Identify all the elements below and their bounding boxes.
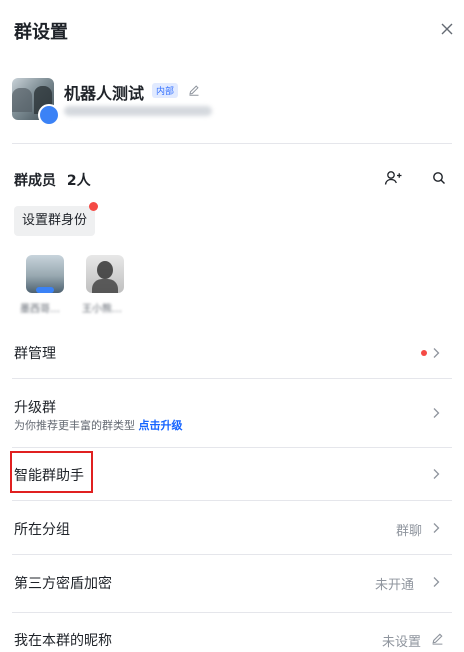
row-label: 升级群 — [14, 400, 56, 416]
row-group-folder[interactable]: 所在分组 群聊 — [0, 501, 464, 554]
avatar-badge — [38, 104, 60, 126]
members-count: 2人 — [66, 173, 91, 189]
row-value: 群聊 — [396, 524, 423, 539]
row-value: 未开通 — [375, 578, 415, 593]
chevron-right-icon — [433, 469, 440, 479]
edit-name-icon[interactable] — [188, 84, 200, 96]
chevron-right-icon — [433, 577, 440, 587]
members-title-label: 群成员 — [14, 173, 56, 189]
row-subtitle: 为你推荐更丰富的群类型 点击升级 — [14, 417, 183, 433]
row-label: 第三方密盾加密 — [14, 576, 112, 592]
member-avatar[interactable] — [26, 255, 64, 293]
internal-tag: 内部 — [152, 83, 179, 98]
notification-dot — [89, 202, 98, 211]
group-name: 机器人测试 — [64, 84, 145, 103]
set-role-button[interactable]: 设置群身份 — [14, 206, 95, 236]
row-upgrade-group[interactable]: 升级群 为你推荐更丰富的群类型 点击升级 — [0, 379, 464, 447]
member-name: 墨西哥… — [20, 304, 60, 315]
search-icon[interactable] — [432, 171, 446, 185]
members-title: 群成员 2人 — [14, 170, 91, 190]
member-name: 王小熊… — [82, 304, 122, 315]
row-group-management[interactable]: 群管理 — [0, 328, 464, 378]
row-value: 未设置 — [382, 635, 422, 650]
close-icon[interactable] — [438, 20, 456, 38]
chevron-right-icon — [433, 523, 440, 533]
highlight-box — [10, 451, 93, 493]
page-title: 群设置 — [14, 22, 68, 43]
chevron-right-icon — [433, 348, 440, 358]
add-member-icon[interactable] — [384, 170, 402, 186]
upgrade-description: 为你推荐更丰富的群类型 — [14, 419, 135, 432]
row-my-nickname[interactable]: 我在本群的昵称 未设置 — [0, 613, 464, 652]
row-encryption[interactable]: 第三方密盾加密 未开通 — [0, 555, 464, 612]
upgrade-link[interactable]: 点击升级 — [139, 419, 183, 432]
notification-dot — [421, 350, 427, 356]
member-avatar[interactable] — [86, 255, 124, 293]
group-description-blurred — [64, 106, 212, 116]
row-label: 所在分组 — [14, 522, 70, 538]
divider — [12, 143, 452, 144]
edit-nickname-icon[interactable] — [431, 632, 444, 645]
chevron-right-icon — [433, 408, 440, 418]
row-label: 我在本群的昵称 — [14, 633, 112, 649]
row-label: 群管理 — [14, 346, 56, 362]
